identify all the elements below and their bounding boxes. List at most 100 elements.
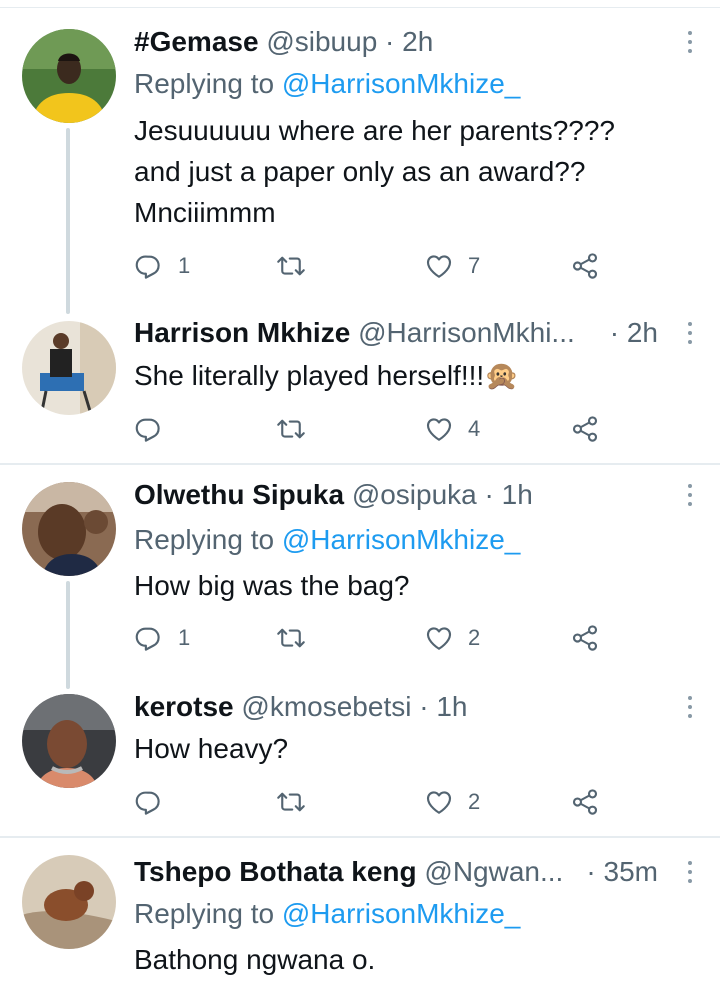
separator: · — [484, 479, 494, 510]
display-name[interactable]: Tshepo Bothata keng — [134, 856, 417, 887]
like-button[interactable]: 7 — [424, 246, 480, 286]
see-no-evil-monkey-emoji: 🙊 — [484, 360, 520, 391]
avatar[interactable] — [22, 855, 116, 949]
reply-button[interactable] — [134, 409, 164, 449]
share-button[interactable] — [570, 246, 600, 286]
more-vertical-icon[interactable] — [684, 27, 696, 57]
display-name[interactable]: kerotse — [134, 691, 234, 722]
user-handle[interactable]: @Ngwan... — [424, 856, 563, 887]
reply-button[interactable]: 1 — [134, 246, 190, 286]
more-vertical-icon[interactable] — [684, 692, 696, 722]
timestamp[interactable]: 35m — [604, 856, 658, 887]
heart-icon — [424, 787, 454, 817]
user-handle[interactable]: @kmosebetsi — [241, 691, 411, 722]
thread-divider — [0, 463, 720, 465]
mention-link[interactable]: @HarrisonMkhize_ — [282, 68, 521, 99]
mention-link[interactable]: @HarrisonMkhize_ — [282, 524, 521, 555]
tweet-actions: 4 — [134, 409, 614, 449]
tweet-text-line: How heavy? — [134, 733, 289, 764]
reply-icon — [134, 251, 164, 281]
share-button[interactable] — [570, 409, 600, 449]
tweet-header: Tshepo Bothata keng @Ngwan... — [134, 852, 600, 892]
replying-to-label: Replying to — [134, 68, 275, 99]
retweet-icon — [276, 251, 306, 281]
tweet-text-line: Bathong ngwana o. — [134, 944, 376, 975]
replying-to: Replying to @HarrisonMkhize_ — [134, 520, 520, 560]
tweet-header: #Gemase @sibuup · 2h — [134, 22, 660, 62]
avatar[interactable] — [22, 694, 116, 788]
more-vertical-icon[interactable] — [684, 480, 696, 510]
like-count: 7 — [468, 253, 481, 278]
avatar[interactable] — [22, 482, 116, 576]
retweet-button[interactable] — [276, 782, 306, 822]
tweet-time: · 2h — [610, 313, 658, 353]
heart-icon — [424, 623, 454, 653]
user-handle[interactable]: @HarrisonMkhi... — [358, 317, 575, 348]
user-handle[interactable]: @sibuup — [266, 26, 377, 57]
tweet-kerotse[interactable]: kerotse @kmosebetsi · 1h How heavy? 2 — [0, 678, 720, 836]
user-handle[interactable]: @osipuka — [352, 479, 477, 510]
retweet-icon — [276, 414, 306, 444]
mention-link[interactable]: @HarrisonMkhize_ — [282, 898, 521, 929]
display-name[interactable]: #Gemase — [134, 26, 259, 57]
retweet-icon — [276, 623, 306, 653]
reply-count: 1 — [178, 253, 191, 278]
tweet-actions: 2 — [134, 782, 614, 822]
like-button[interactable]: 2 — [424, 618, 480, 658]
more-vertical-icon[interactable] — [684, 857, 696, 887]
tweet-actions: 1 2 — [134, 618, 614, 658]
timestamp[interactable]: 1h — [436, 691, 467, 722]
separator: · — [385, 26, 395, 57]
timestamp[interactable]: 1h — [502, 479, 533, 510]
avatar[interactable] — [22, 321, 116, 415]
tweet-tshepo[interactable]: Tshepo Bothata keng @Ngwan... · 35m Repl… — [0, 839, 720, 985]
replying-to: Replying to @HarrisonMkhize_ — [134, 64, 520, 104]
tweet-text-line: and just a paper only as an award?? — [134, 156, 586, 187]
tweet-actions: 1 7 — [134, 246, 614, 286]
tweet-text-line: Mnciiimmm — [134, 197, 276, 228]
like-count: 4 — [468, 416, 481, 441]
heart-icon — [424, 251, 454, 281]
tweet-harrison[interactable]: Harrison Mkhize @HarrisonMkhi... · 2h Sh… — [0, 305, 720, 463]
avatar[interactable] — [22, 29, 116, 123]
thread-line — [66, 128, 70, 314]
tweet-olwethu[interactable]: Olwethu Sipuka @osipuka · 1h Replying to… — [0, 466, 720, 689]
separator: · — [586, 856, 596, 887]
retweet-button[interactable] — [276, 618, 306, 658]
retweet-icon — [276, 787, 306, 817]
tweet-time: · 35m — [586, 852, 658, 892]
share-icon — [570, 787, 600, 817]
timestamp[interactable]: 2h — [627, 317, 658, 348]
reply-icon — [134, 414, 164, 444]
separator: · — [419, 691, 429, 722]
reply-button[interactable]: 1 — [134, 618, 190, 658]
tweet-header: Olwethu Sipuka @osipuka · 1h — [134, 475, 660, 515]
display-name[interactable]: Harrison Mkhize — [134, 317, 350, 348]
share-button[interactable] — [570, 618, 600, 658]
more-vertical-icon[interactable] — [684, 318, 696, 348]
tweet-text-line: Jesuuuuuu where are her parents???? — [134, 115, 616, 146]
reply-button[interactable] — [134, 782, 164, 822]
reply-count: 1 — [178, 625, 191, 650]
thread-line — [66, 581, 70, 689]
share-button[interactable] — [570, 782, 600, 822]
tweet-text-line: How big was the bag? — [134, 570, 410, 601]
retweet-button[interactable] — [276, 246, 306, 286]
share-icon — [570, 414, 600, 444]
replying-to-label: Replying to — [134, 524, 275, 555]
like-button[interactable]: 2 — [424, 782, 480, 822]
share-icon — [570, 623, 600, 653]
tweet-text-line: She literally played herself!!! — [134, 360, 485, 391]
replying-to-label: Replying to — [134, 898, 275, 929]
replying-to: Replying to @HarrisonMkhize_ — [134, 894, 520, 934]
timestamp[interactable]: 2h — [402, 26, 433, 57]
display-name[interactable]: Olwethu Sipuka — [134, 479, 344, 510]
tweet-gemase[interactable]: #Gemase @sibuup · 2h Replying to @Harris… — [0, 0, 720, 314]
reply-icon — [134, 787, 164, 817]
tweet-text: Bathong ngwana o. — [134, 939, 690, 980]
reply-icon — [134, 623, 164, 653]
like-button[interactable]: 4 — [424, 409, 480, 449]
tweet-header: kerotse @kmosebetsi · 1h — [134, 687, 660, 727]
thread-divider — [0, 836, 720, 838]
retweet-button[interactable] — [276, 409, 306, 449]
